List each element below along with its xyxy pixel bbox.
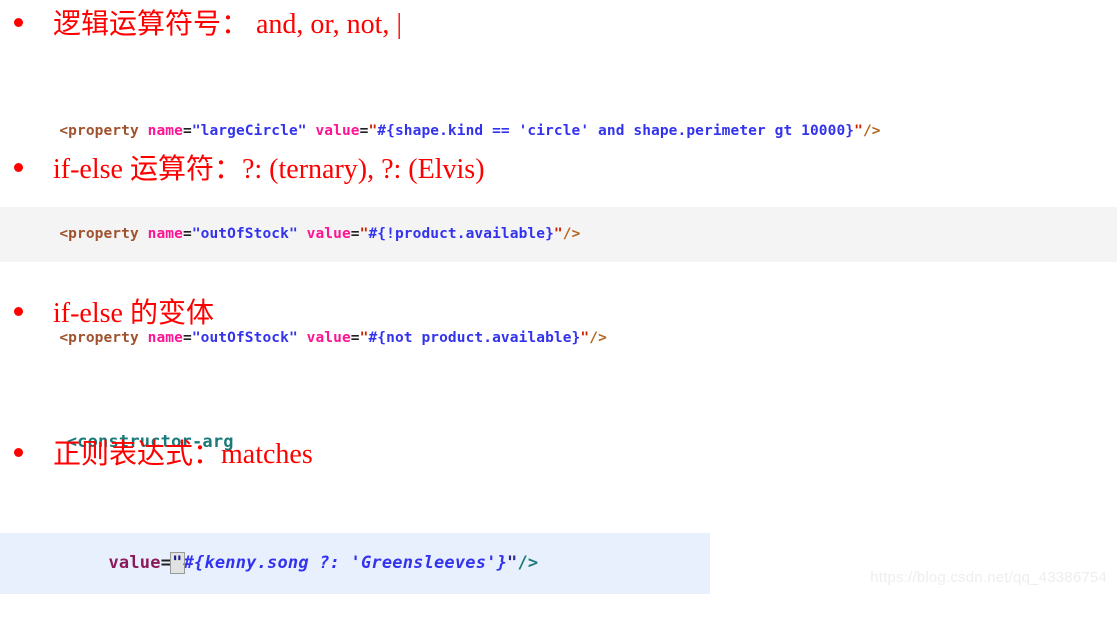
bullet-marker-icon — [14, 307, 23, 316]
code-token-eq: = — [182, 329, 192, 346]
code-token-expression: #{!product.available} — [368, 226, 554, 242]
bullet-logical-operators: 逻辑运算符号： and, or, not, | — [14, 9, 403, 41]
code-token-attr: name — [147, 226, 183, 242]
bullet-marker-icon — [14, 18, 23, 27]
code-token-tag: <property — [59, 329, 148, 346]
code-token-eq: = — [160, 553, 172, 573]
bullet-if-else-operator-label: if-else 运算符：?: (ternary), ?: (Elvis) — [53, 154, 485, 185]
code-token-quote: " — [580, 329, 590, 346]
watermark: https://blog.csdn.net/qq_43386754 — [870, 569, 1107, 586]
code-token-expression: #{not product.available} — [368, 329, 581, 346]
code-token-selfclose: /> — [517, 553, 539, 573]
code-token-selfclose: /> — [862, 122, 881, 139]
code-token-attr: name — [147, 122, 183, 139]
code-token-selfclose: /> — [589, 329, 607, 346]
code-token-expression: #{shape.kind == 'circle' and shape.perim… — [377, 122, 855, 139]
bullet-if-else-variant-label: if-else 的变体 — [53, 298, 214, 329]
code-token-attr: value — [315, 122, 360, 139]
code-token-quote: " — [553, 226, 563, 242]
bullet-if-else-operator: if-else 运算符：?: (ternary), ?: (Elvis) — [14, 154, 485, 186]
code-token-value: "outOfStock" — [191, 329, 298, 346]
code-token-quote: " — [368, 122, 378, 139]
code-token-eq: = — [182, 122, 192, 139]
bullet-regex-matches-label: 正则表达式：matches — [53, 439, 313, 470]
code-token-expression: #{kenny.song ?: 'Greensleeves'} — [183, 553, 508, 573]
code-line-highlighted: value="#{kenny.song ?: 'Greensleeves'}"/… — [0, 533, 710, 594]
bullet-logical-operators-label: 逻辑运算符号： and, or, not, | — [53, 9, 403, 40]
code-token-selfclose: /> — [562, 226, 581, 242]
code-token-tag: <property — [59, 226, 148, 242]
code-token-quote: " — [507, 553, 518, 573]
code-block-constructor: <constructor-arg value="#{kenny.song ?: … — [0, 352, 1117, 634]
code-token-eq: = — [350, 329, 360, 346]
code-token-attr: value — [306, 226, 351, 242]
code-block-properties: <property name="largeCircle" value="#{sh… — [0, 55, 1117, 398]
code-token-eq: = — [182, 226, 192, 242]
code-line: <property name="largeCircle" value="#{sh… — [0, 103, 1117, 159]
code-token-attr: name — [147, 329, 183, 346]
code-token-value: "outOfStock" — [191, 226, 298, 242]
bullet-regex-matches: 正则表达式：matches — [14, 439, 313, 471]
code-line-highlighted: <property name="outOfStock" value="#{!pr… — [0, 206, 1117, 262]
code-token-attr: value — [108, 553, 161, 573]
code-token-eq: = — [350, 226, 360, 242]
code-token-value: "largeCircle" — [191, 122, 307, 139]
code-token-tag: <property — [59, 122, 148, 139]
bullet-marker-icon — [14, 448, 23, 457]
code-token-attr: value — [306, 329, 351, 346]
bullet-if-else-variant: if-else 的变体 — [14, 298, 214, 330]
code-token-quote-highlighted: " — [170, 552, 185, 574]
code-token-quote: " — [854, 122, 863, 139]
bullet-marker-icon — [14, 163, 23, 172]
